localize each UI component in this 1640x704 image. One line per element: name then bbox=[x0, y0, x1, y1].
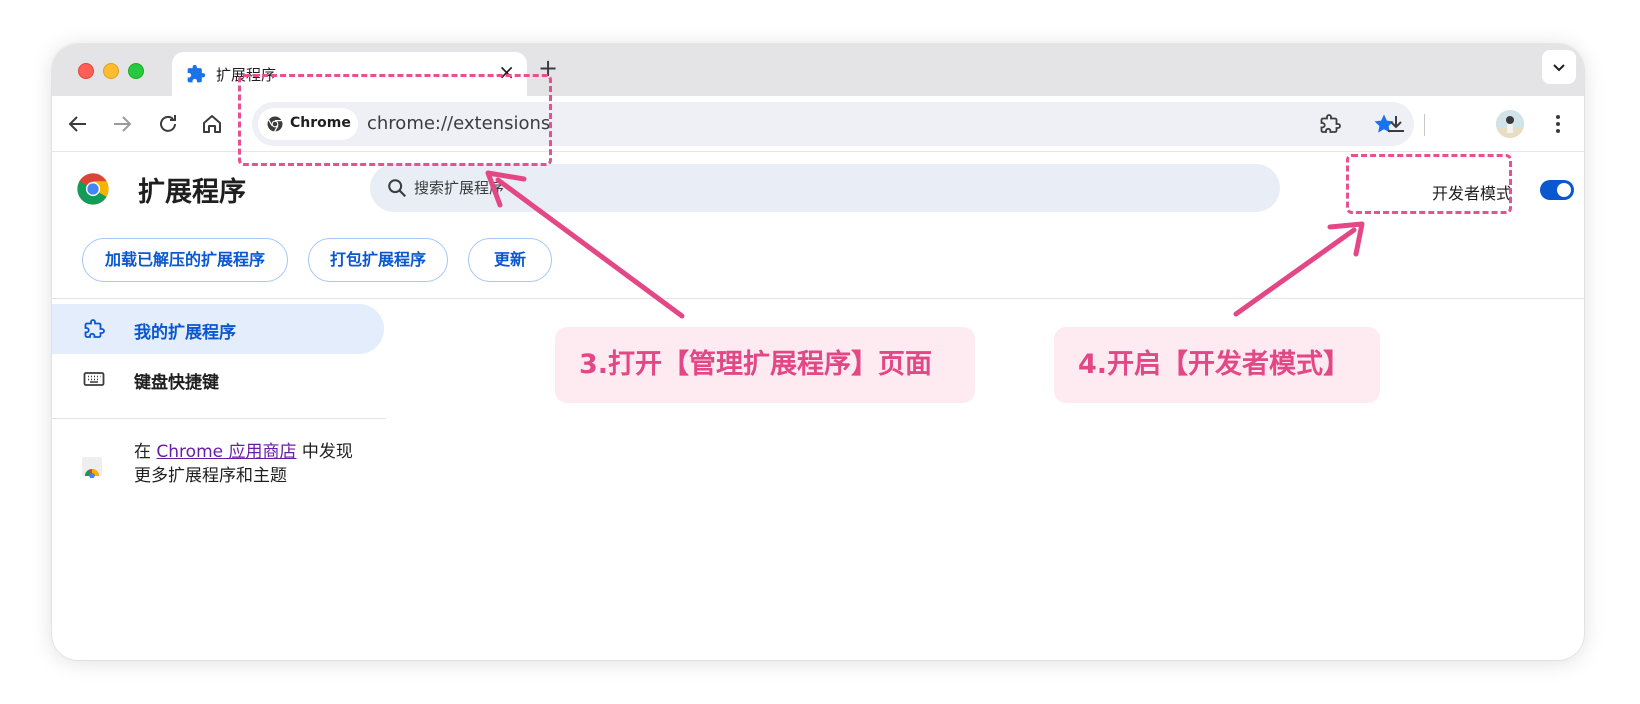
arrow-step-3 bbox=[485, 170, 685, 319]
arrow-step-4 bbox=[1233, 221, 1365, 317]
annotation-arrows bbox=[485, 170, 1365, 319]
